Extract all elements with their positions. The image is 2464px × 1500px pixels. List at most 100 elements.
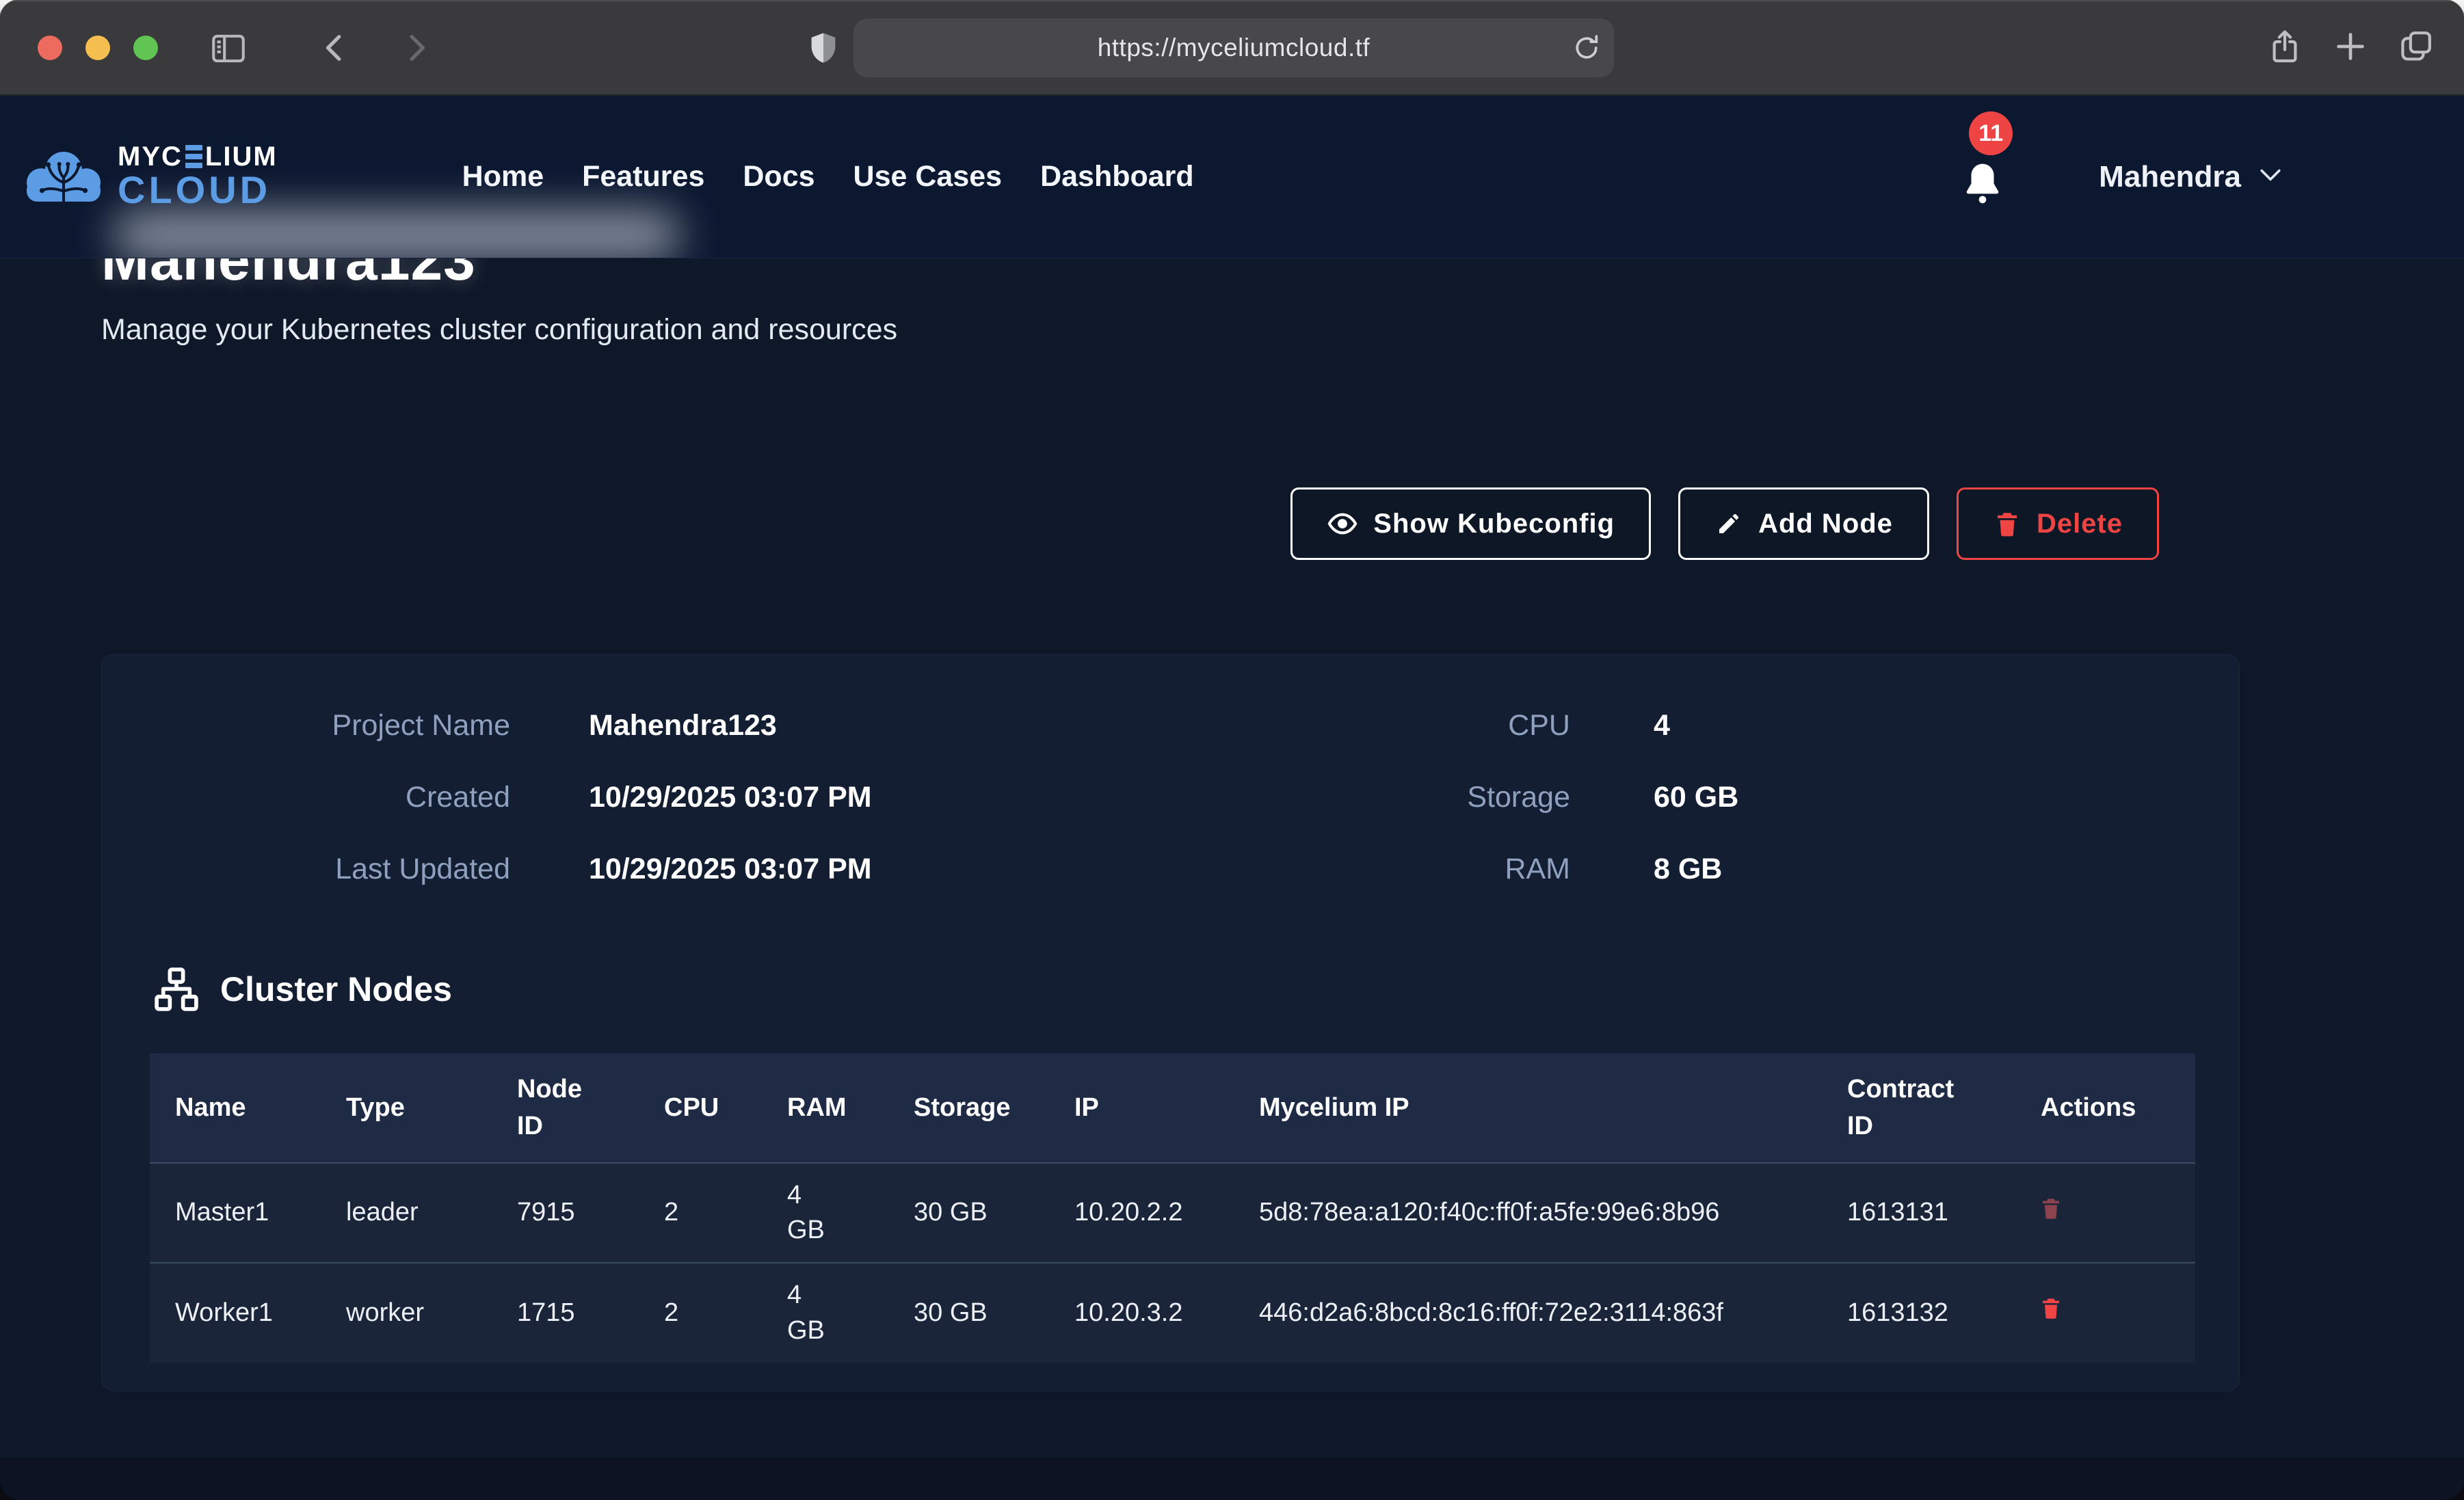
back-icon[interactable] [316, 29, 354, 67]
scroll-blur-artifact [113, 211, 680, 258]
cpu-value: 4 [1654, 708, 1670, 744]
cell-contract-id: 1613131 [1822, 1163, 2013, 1263]
nav-right: 11 Mahendra [1961, 144, 2282, 209]
traffic-lights [38, 36, 158, 60]
col-actions: Actions [2013, 1054, 2195, 1163]
table-row-worker1: Worker1 worker 1715 2 4 GB 30 GB 10.20.3… [150, 1263, 2195, 1363]
address-bar[interactable]: https://myceliumcloud.tf [853, 18, 1614, 77]
footer-strip [0, 1458, 2464, 1500]
page-viewport: Mahendra123 Manage your Kubernetes clust… [0, 96, 2464, 1500]
cluster-actions: Show Kubeconfig Add Node Delete [0, 487, 2159, 560]
nav-link-use-cases[interactable]: Use Cases [853, 160, 1003, 193]
add-node-button[interactable]: Add Node [1678, 487, 1929, 560]
col-type: Type [321, 1054, 492, 1163]
col-storage: Storage [888, 1054, 1049, 1163]
user-menu[interactable]: Mahendra [2099, 160, 2282, 194]
zoom-window-icon[interactable] [133, 36, 158, 60]
cell-node-id: 7915 [492, 1163, 639, 1263]
nav-link-home[interactable]: Home [462, 160, 544, 193]
tabs-overview-icon[interactable] [2397, 27, 2435, 66]
last-updated-label: Last Updated [168, 852, 510, 887]
col-contract-id: Contract ID [1822, 1054, 2013, 1163]
ram-label: RAM [1228, 852, 1570, 887]
cell-storage: 30 GB [888, 1263, 1049, 1363]
cell-ip: 10.20.2.2 [1049, 1163, 1234, 1263]
cell-node-id: 1715 [492, 1263, 639, 1363]
col-node-id: Node ID [492, 1054, 639, 1163]
brand-bottom: CLOUD [118, 170, 278, 211]
delete-label: Delete [2037, 509, 2123, 539]
trash-icon [2039, 1194, 2063, 1222]
nav-links: Home Features Docs Use Cases Dashboard [462, 160, 1194, 193]
ram-value: 8 GB [1654, 852, 1722, 887]
reload-icon[interactable] [1572, 33, 1602, 66]
col-ip: IP [1049, 1054, 1234, 1163]
col-name: Name [150, 1054, 321, 1163]
shield-icon[interactable] [806, 30, 841, 66]
cell-ram: 4 GB [762, 1263, 888, 1363]
minimize-window-icon[interactable] [85, 36, 110, 60]
col-cpu: CPU [639, 1054, 762, 1163]
cell-mycelium-ip: 446:d2a6:8bcd:8c16:ff0f:72e2:3114:863f [1234, 1263, 1822, 1363]
storage-label: Storage [1228, 780, 1570, 816]
nav-link-dashboard[interactable]: Dashboard [1040, 160, 1194, 193]
nav-link-features[interactable]: Features [582, 160, 704, 193]
table-header-row: Name Type Node ID CPU RAM Storage IP Myc… [150, 1054, 2195, 1163]
trash-icon [2039, 1294, 2063, 1322]
notifications-button[interactable]: 11 [1961, 144, 2004, 209]
toolbar-right [2266, 27, 2435, 66]
cell-cpu: 2 [639, 1163, 762, 1263]
cpu-label: CPU [1228, 708, 1570, 744]
brand-wordmark: MYC LIUM CLOUD [118, 143, 278, 211]
trash-icon [1993, 509, 2022, 538]
storage-value: 60 GB [1654, 780, 1738, 816]
cell-name: Worker1 [150, 1263, 321, 1363]
created-label: Created [168, 780, 510, 816]
pencil-icon [1714, 509, 1743, 538]
brand-top-right: LIUM [205, 143, 278, 170]
cell-type: leader [321, 1163, 492, 1263]
user-name: Mahendra [2099, 160, 2241, 194]
delete-node-button[interactable] [2039, 1194, 2063, 1232]
cell-name: Master1 [150, 1163, 321, 1263]
cell-type: worker [321, 1263, 492, 1363]
brand-top-left: MYC [118, 143, 183, 170]
notification-badge: 11 [1969, 111, 2013, 155]
brand-logo[interactable]: MYC LIUM CLOUD [21, 143, 278, 211]
cluster-topology-icon [153, 966, 200, 1013]
forward-icon[interactable] [397, 29, 435, 67]
chevron-down-icon [2259, 168, 2282, 186]
last-updated-value: 10/29/2025 03:07 PM [589, 852, 872, 887]
delete-cluster-button[interactable]: Delete [1957, 487, 2159, 560]
project-info-panel: Project Name Mahendra123 Created 10/29/2… [101, 654, 2240, 1391]
col-ram: RAM [762, 1054, 888, 1163]
add-node-label: Add Node [1758, 509, 1893, 539]
top-navbar: MYC LIUM CLOUD Home Features Docs Use Ca… [0, 96, 2464, 258]
created-value: 10/29/2025 03:07 PM [589, 780, 872, 816]
cell-ip: 10.20.3.2 [1049, 1263, 1234, 1363]
cell-storage: 30 GB [888, 1163, 1049, 1263]
share-icon[interactable] [2266, 27, 2304, 66]
show-kubeconfig-button[interactable]: Show Kubeconfig [1290, 487, 1651, 560]
project-name-label: Project Name [168, 708, 510, 744]
close-window-icon[interactable] [38, 36, 62, 60]
show-kubeconfig-label: Show Kubeconfig [1373, 509, 1615, 539]
delete-node-button[interactable] [2039, 1294, 2063, 1332]
bell-icon [1961, 159, 2004, 209]
page-subtitle: Manage your Kubernetes cluster configura… [101, 313, 897, 347]
cell-mycelium-ip: 5d8:78ea:a120:f40c:ff0f:a5fe:99e6:8b96 [1234, 1163, 1822, 1263]
col-mycelium-ip: Mycelium IP [1234, 1054, 1822, 1163]
nav-link-docs[interactable]: Docs [743, 160, 814, 193]
project-name-value: Mahendra123 [589, 708, 777, 744]
cluster-nodes-table: Name Type Node ID CPU RAM Storage IP Myc… [150, 1054, 2195, 1363]
browser-window: https://myceliumcloud.tf [0, 0, 2464, 1500]
cell-cpu: 2 [639, 1263, 762, 1363]
eye-icon [1327, 508, 1358, 539]
browser-chrome: https://myceliumcloud.tf [0, 0, 2464, 96]
new-tab-icon[interactable] [2331, 27, 2370, 66]
url-text: https://myceliumcloud.tf [1098, 34, 1370, 62]
sidebar-icon[interactable] [209, 29, 248, 68]
table-row-master1: Master1 leader 7915 2 4 GB 30 GB 10.20.2… [150, 1163, 2195, 1263]
cluster-nodes-title: Cluster Nodes [220, 969, 452, 1009]
cell-contract-id: 1613132 [1822, 1263, 2013, 1363]
